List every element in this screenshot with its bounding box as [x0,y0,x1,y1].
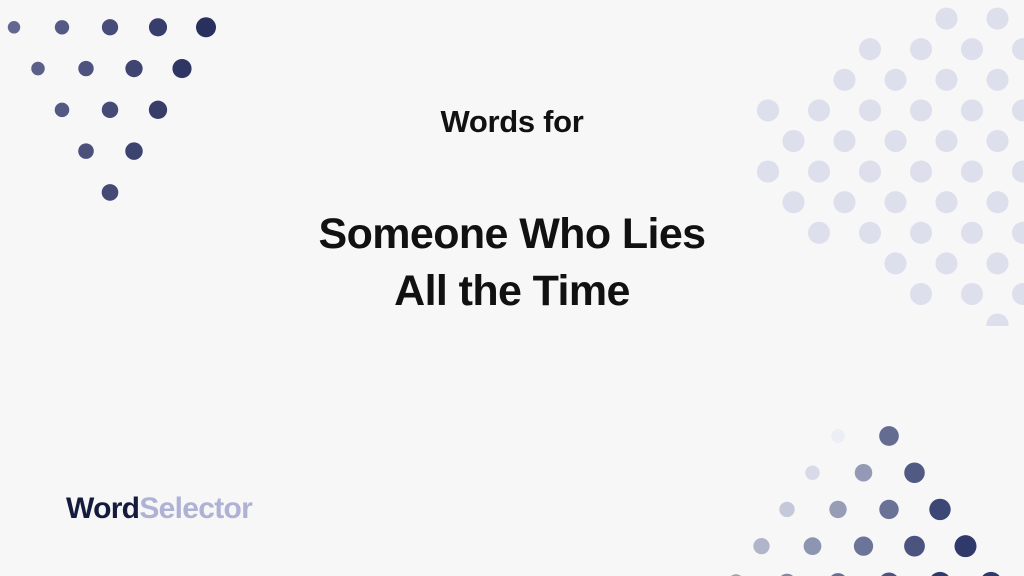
title-card: Words for Someone Who Lies All the Time … [0,0,1024,576]
brand-logo: WordSelector [66,492,253,525]
headline-line-1: Someone Who Lies [318,209,707,258]
brand-logo-word: Word [66,492,140,525]
headline-line-2: All the Time [394,267,630,316]
page-title: Someone Who Lies All the Time [318,206,707,321]
text-block: Words for Someone Who Lies All the Time [0,0,1024,576]
eyebrow-title: Words for [440,104,584,139]
brand-logo-selector: Selector [139,492,253,525]
